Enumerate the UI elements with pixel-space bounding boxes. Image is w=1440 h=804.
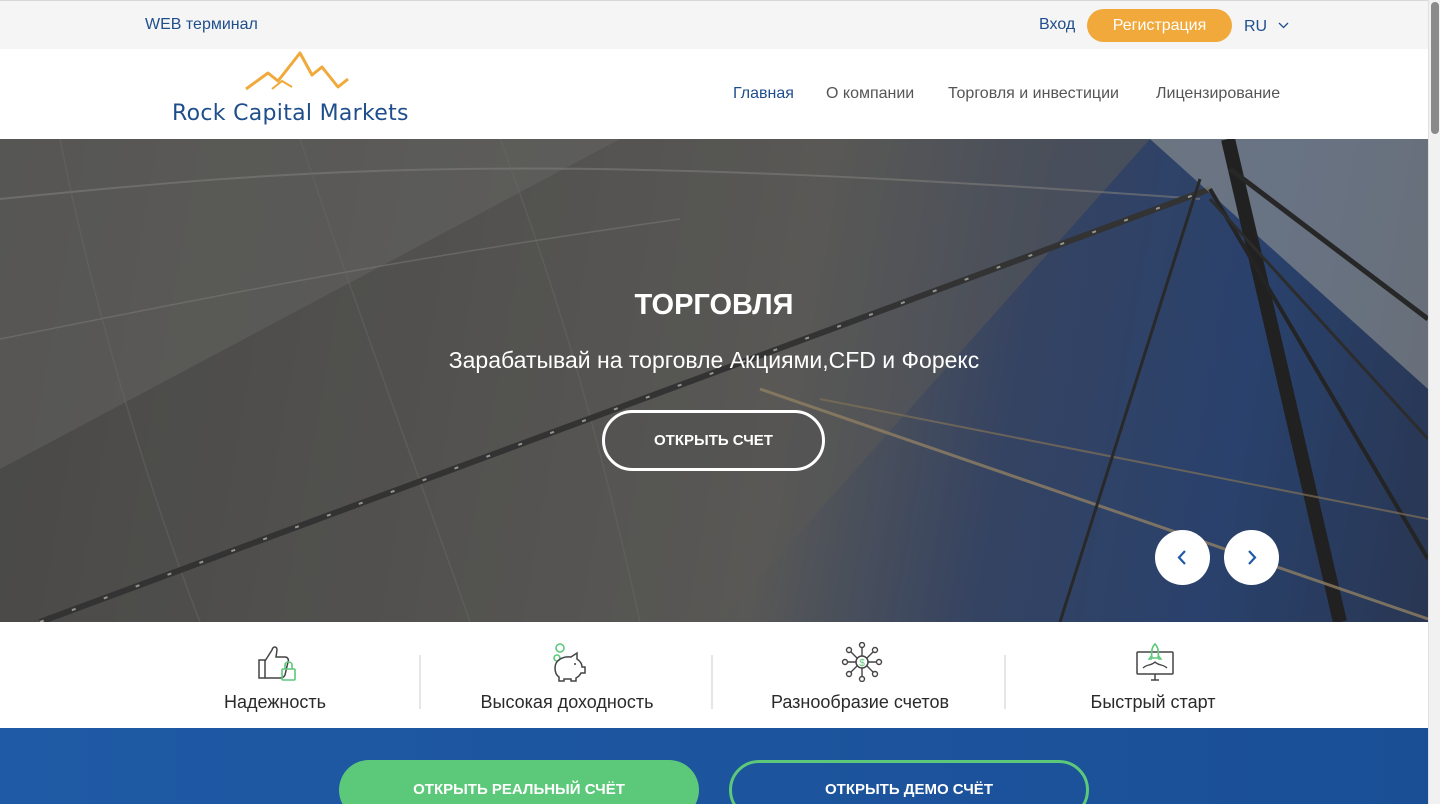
thumbs-up-lock-icon xyxy=(258,646,296,681)
feature-label: Надежность xyxy=(224,692,326,712)
scrollbar-thumb[interactable] xyxy=(1431,2,1439,134)
language-selector[interactable]: RU xyxy=(1244,16,1289,36)
feature-label: Разнообразие счетов xyxy=(770,692,950,712)
rocket-monitor-icon xyxy=(1136,642,1174,681)
feature-divider xyxy=(711,655,713,709)
nav-item-trading[interactable]: Торговля и инвестиции xyxy=(948,85,1119,103)
chevron-down-icon xyxy=(1278,16,1289,34)
web-terminal-link[interactable]: WEB терминал xyxy=(145,16,258,34)
hero-subtitle: Зарабатывай на торговле Акциями,CFD и Фо… xyxy=(448,347,980,373)
logo-text: Rock Capital Markets xyxy=(172,101,409,126)
open-real-account-button[interactable]: ОТКРЫТЬ РЕАЛЬНЫЙ СЧЁТ xyxy=(339,760,699,804)
feature-divider xyxy=(1004,655,1006,709)
hero-slider: ТОРГОВЛЯ Зарабатывай на торговле Акциями… xyxy=(0,139,1428,622)
features-row: Надежность Высокая доходность $ Разнообр… xyxy=(0,622,1428,728)
open-account-button[interactable]: ОТКРЫТЬ СЧЕТ xyxy=(602,410,825,471)
hero-overlay xyxy=(0,139,1428,622)
feature-label: Быстрый старт xyxy=(1090,692,1216,712)
site-header: Rock Capital Markets Главная О компании … xyxy=(0,49,1428,139)
slider-prev-button[interactable] xyxy=(1155,530,1210,585)
nav-item-licensing[interactable]: Лицензирование xyxy=(1156,85,1280,103)
mountain-logo-icon xyxy=(245,51,349,91)
feature-divider xyxy=(419,655,421,709)
page-scrollbar[interactable] xyxy=(1428,0,1440,804)
account-cta-band: ОТКРЫТЬ РЕАЛЬНЫЙ СЧЁТ ОТКРЫТЬ ДЕМО СЧЁТ xyxy=(0,728,1428,804)
nav-item-home[interactable]: Главная xyxy=(733,85,794,103)
hero-title: ТОРГОВЛЯ xyxy=(634,289,794,321)
register-button[interactable]: Регистрация xyxy=(1087,9,1232,42)
feature-quick-start: Быстрый старт xyxy=(1023,622,1283,728)
top-utility-bar: WEB терминал Вход Регистрация RU xyxy=(0,0,1428,49)
feature-label: Высокая доходность xyxy=(480,692,654,712)
language-label: RU xyxy=(1244,18,1268,35)
open-demo-account-button[interactable]: ОТКРЫТЬ ДЕМО СЧЁТ xyxy=(729,760,1089,804)
login-link[interactable]: Вход xyxy=(1039,16,1075,34)
chevron-right-icon xyxy=(1248,550,1257,565)
network-dollar-icon: $ xyxy=(841,642,883,682)
svg-text:$: $ xyxy=(859,658,865,669)
feature-reliability: Надежность xyxy=(145,622,405,728)
piggy-bank-icon xyxy=(553,643,586,682)
slider-next-button[interactable] xyxy=(1224,530,1279,585)
chevron-left-icon xyxy=(1177,550,1186,565)
feature-high-return: Высокая доходность xyxy=(437,622,697,728)
feature-account-variety: $ Разнообразие счетов xyxy=(730,622,990,728)
nav-item-about[interactable]: О компании xyxy=(826,85,914,103)
logo[interactable]: Rock Capital Markets xyxy=(172,51,422,131)
